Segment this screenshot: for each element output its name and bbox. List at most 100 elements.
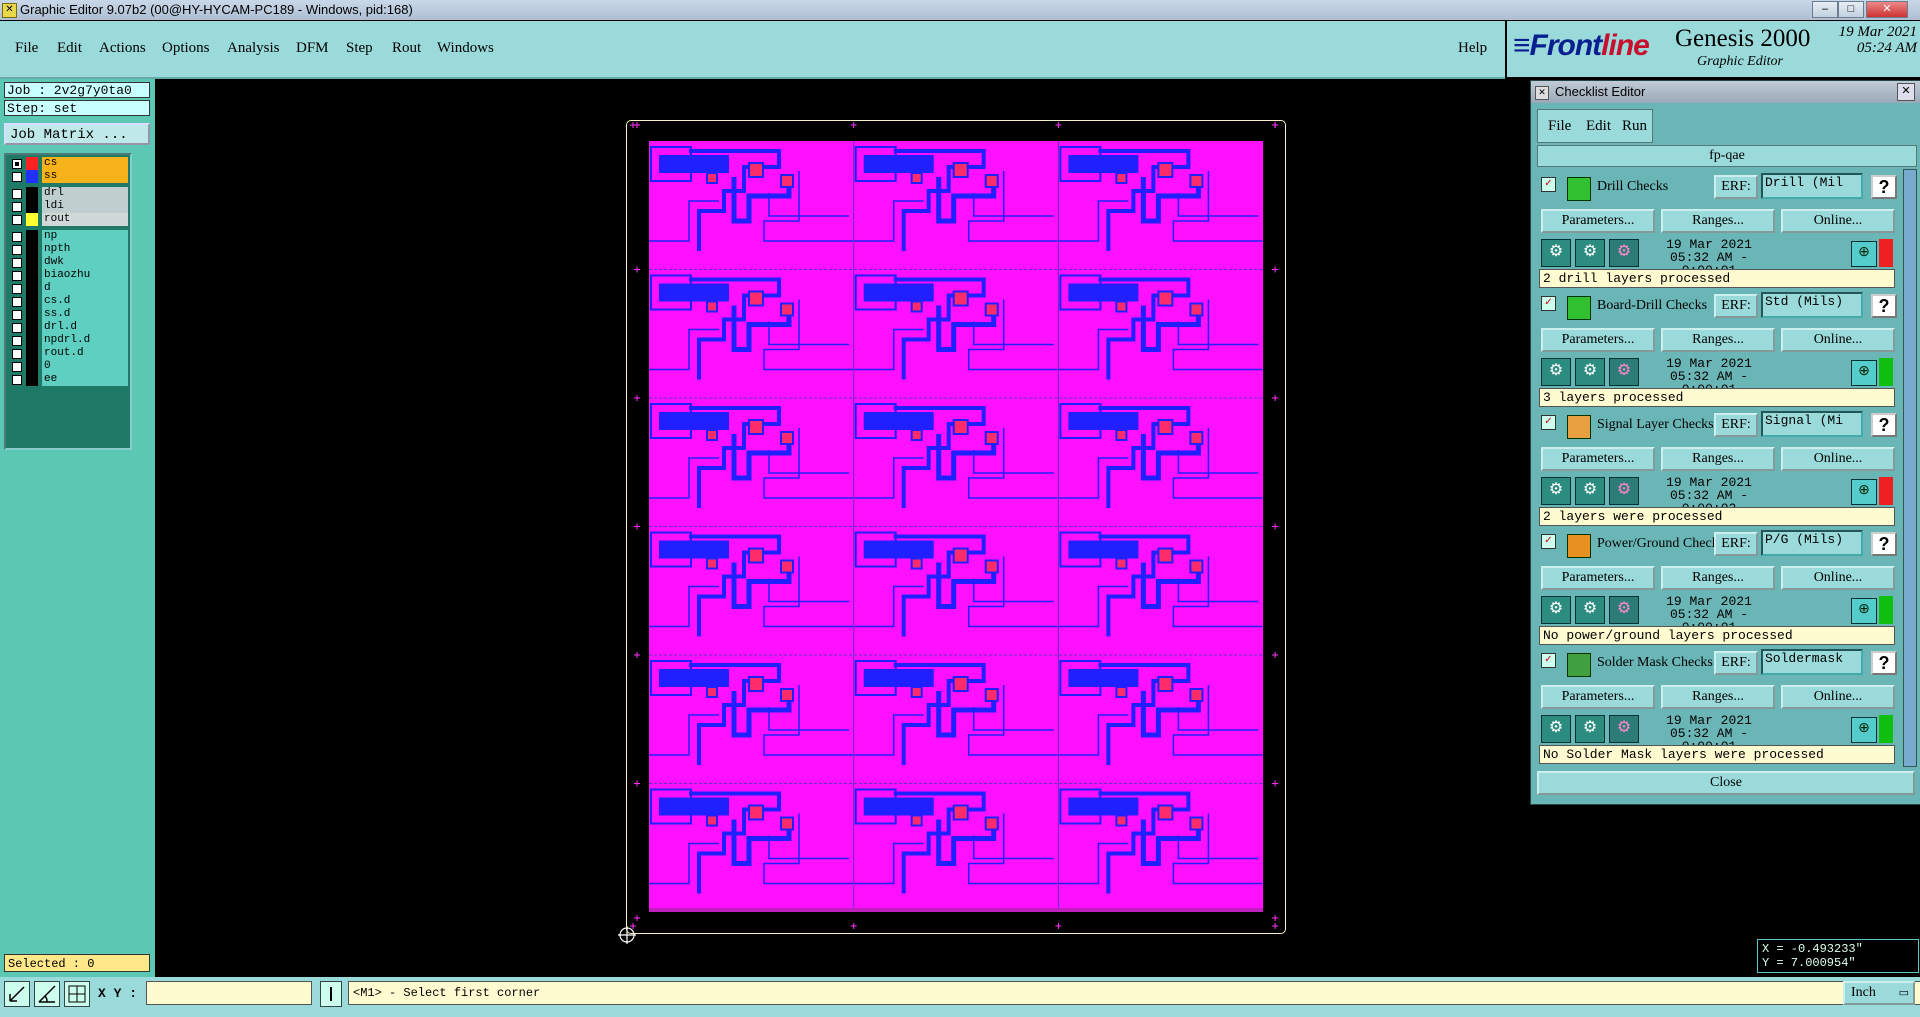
ranges-button[interactable]: Ranges...	[1661, 328, 1775, 352]
run-icon[interactable]: ⚙	[1541, 477, 1571, 505]
parameters-button[interactable]: Parameters...	[1541, 209, 1655, 233]
layer-name[interactable]: biaozhu	[42, 269, 128, 282]
layer-color-swatch[interactable]	[26, 282, 38, 295]
parameters-button[interactable]: Parameters...	[1541, 328, 1655, 352]
ranges-button[interactable]: Ranges...	[1661, 566, 1775, 590]
layer-row[interactable]: drl.d	[8, 321, 128, 334]
layer-checkbox[interactable]	[12, 215, 22, 225]
erf-value[interactable]: P/G (Mils)	[1761, 530, 1863, 556]
layer-name[interactable]: 0	[42, 360, 128, 373]
select-mode-icon[interactable]	[4, 981, 30, 1007]
layer-color-swatch[interactable]	[26, 230, 38, 243]
run-all-icon[interactable]: ⚙	[1575, 239, 1605, 267]
online-button[interactable]: Online...	[1781, 566, 1895, 590]
layer-row[interactable]: drl	[8, 187, 128, 200]
zoom-results-icon[interactable]: ⊕	[1851, 598, 1877, 624]
layer-row[interactable]: d	[8, 282, 128, 295]
layer-row[interactable]: dwk	[8, 256, 128, 269]
zoom-results-icon[interactable]: ⊕	[1851, 717, 1877, 743]
layer-checkbox[interactable]	[12, 172, 22, 182]
help-button[interactable]: ?	[1871, 651, 1897, 675]
run-stop-icon[interactable]: ⚙	[1609, 596, 1639, 624]
erf-value[interactable]: Signal (Mi	[1761, 411, 1863, 437]
layer-color-swatch[interactable]	[26, 157, 38, 170]
run-all-icon[interactable]: ⚙	[1575, 596, 1605, 624]
checklist-menu-edit[interactable]: Edit	[1586, 118, 1611, 135]
online-button[interactable]: Online...	[1781, 209, 1895, 233]
layer-checkbox[interactable]	[12, 297, 22, 307]
erf-button[interactable]: ERF:	[1714, 413, 1758, 437]
layer-name[interactable]: cs.d	[42, 295, 128, 308]
close-button[interactable]: ✕	[1866, 1, 1908, 18]
layer-checkbox[interactable]	[12, 336, 22, 346]
run-stop-icon[interactable]: ⚙	[1609, 477, 1639, 505]
layer-color-swatch[interactable]	[26, 321, 38, 334]
help-button[interactable]: ?	[1871, 413, 1897, 437]
ranges-button[interactable]: Ranges...	[1661, 447, 1775, 471]
layer-checkbox[interactable]	[12, 375, 22, 385]
erf-value[interactable]: Drill (Mil	[1761, 173, 1863, 199]
layer-checkbox[interactable]	[12, 245, 22, 255]
run-icon[interactable]: ⚙	[1541, 239, 1571, 267]
help-button[interactable]: ?	[1871, 294, 1897, 318]
layer-checkbox[interactable]	[12, 232, 22, 242]
layer-color-swatch[interactable]	[26, 334, 38, 347]
layer-color-swatch[interactable]	[26, 360, 38, 373]
layer-checkbox[interactable]	[12, 310, 22, 320]
xy-input[interactable]	[146, 981, 312, 1005]
menu-file[interactable]: File	[15, 40, 38, 57]
measure-mode-icon[interactable]	[34, 981, 60, 1007]
layer-color-swatch[interactable]	[26, 200, 38, 213]
run-stop-icon[interactable]: ⚙	[1609, 358, 1639, 386]
layer-name[interactable]: rout.d	[42, 347, 128, 360]
menu-dfm[interactable]: DFM	[296, 40, 329, 57]
parameters-button[interactable]: Parameters...	[1541, 685, 1655, 709]
layer-row[interactable]: npth	[8, 243, 128, 256]
layer-checkbox[interactable]	[12, 159, 22, 169]
run-icon[interactable]: ⚙	[1541, 358, 1571, 386]
checklist-menu-run[interactable]: Run	[1622, 118, 1647, 135]
units-selector[interactable]: Inch ▭	[1843, 981, 1915, 1005]
action-enable-checkbox[interactable]: ✓	[1541, 653, 1556, 668]
layer-color-swatch[interactable]	[26, 170, 38, 183]
layer-checkbox[interactable]	[12, 349, 22, 359]
checklist-scrollbar[interactable]	[1903, 169, 1917, 767]
run-stop-icon[interactable]: ⚙	[1609, 239, 1639, 267]
run-icon[interactable]: ⚙	[1541, 596, 1571, 624]
grid-icon[interactable]	[64, 981, 90, 1007]
erf-button[interactable]: ERF:	[1714, 294, 1758, 318]
action-enable-checkbox[interactable]: ✓	[1541, 415, 1556, 430]
online-button[interactable]: Online...	[1781, 328, 1895, 352]
layer-name[interactable]: ss.d	[42, 308, 128, 321]
layer-color-swatch[interactable]	[26, 373, 38, 386]
layer-checkbox[interactable]	[12, 258, 22, 268]
layer-row[interactable]: rout	[8, 213, 128, 226]
cursor-toggle-icon[interactable]	[320, 981, 342, 1007]
layer-name[interactable]: npth	[42, 243, 128, 256]
checklist-menu-file[interactable]: File	[1548, 118, 1571, 135]
layer-name[interactable]: rout	[42, 213, 128, 226]
layer-row[interactable]: ldi	[8, 200, 128, 213]
layer-checkbox[interactable]	[12, 284, 22, 294]
layer-color-swatch[interactable]	[26, 308, 38, 321]
help-button[interactable]: ?	[1871, 532, 1897, 556]
menu-actions[interactable]: Actions	[99, 40, 146, 57]
run-icon[interactable]: ⚙	[1541, 715, 1571, 743]
layer-color-swatch[interactable]	[26, 347, 38, 360]
checklist-close-button[interactable]: Close	[1537, 771, 1915, 795]
layer-row[interactable]: cs.d	[8, 295, 128, 308]
run-stop-icon[interactable]: ⚙	[1609, 715, 1639, 743]
parameters-button[interactable]: Parameters...	[1541, 566, 1655, 590]
run-all-icon[interactable]: ⚙	[1575, 358, 1605, 386]
layer-color-swatch[interactable]	[26, 269, 38, 282]
layer-name[interactable]: np	[42, 230, 128, 243]
ranges-button[interactable]: Ranges...	[1661, 209, 1775, 233]
layer-row[interactable]: rout.d	[8, 347, 128, 360]
parameters-button[interactable]: Parameters...	[1541, 447, 1655, 471]
erf-value[interactable]: Soldermask	[1761, 649, 1863, 675]
layer-row[interactable]: ee	[8, 373, 128, 386]
layer-color-swatch[interactable]	[26, 295, 38, 308]
layer-color-swatch[interactable]	[26, 243, 38, 256]
layer-row[interactable]: ss	[8, 170, 128, 183]
zoom-results-icon[interactable]: ⊕	[1851, 479, 1877, 505]
